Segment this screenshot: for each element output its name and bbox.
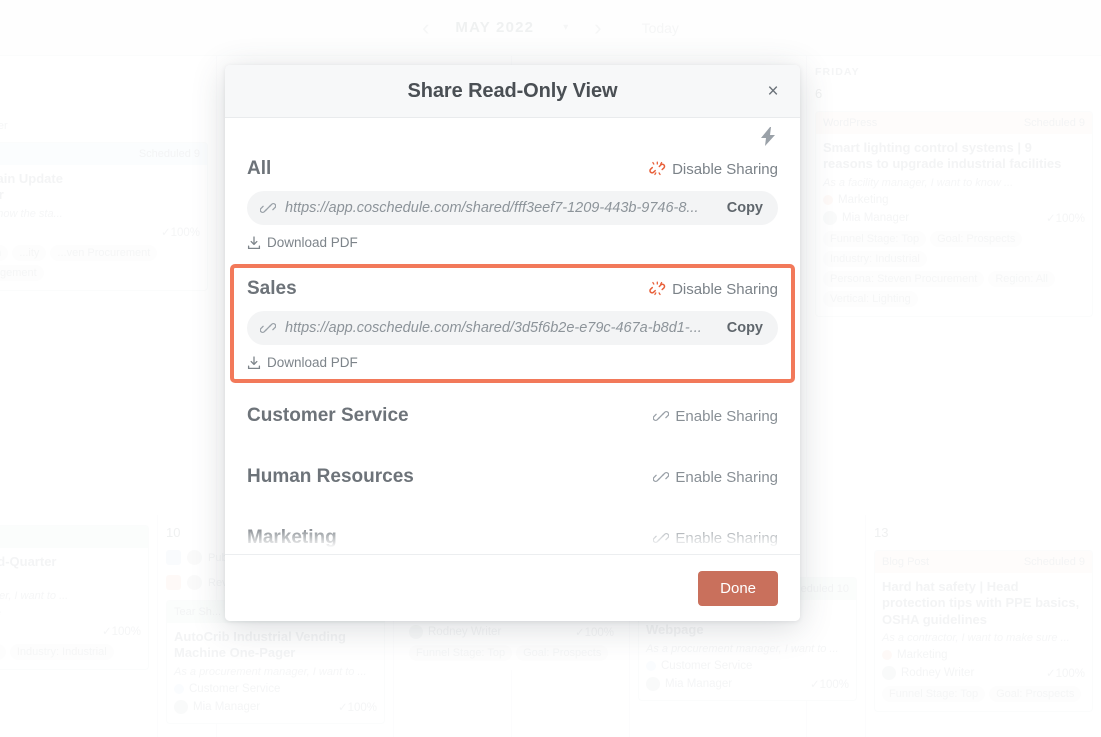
share-item-all: All Disable Sharing https://app.coschedu… — [247, 146, 778, 256]
lightning-bolt-icon[interactable] — [761, 127, 776, 146]
share-item-name: Human Resources — [247, 466, 414, 487]
disable-sharing-label: Disable Sharing — [672, 280, 778, 298]
share-item-name: Customer Service — [247, 405, 409, 426]
share-url-text: https://app.coschedule.com/shared/fff3ee… — [285, 200, 699, 216]
download-icon — [247, 355, 261, 370]
download-pdf-button[interactable]: Download PDF — [247, 235, 778, 250]
unlink-icon — [649, 281, 666, 297]
enable-sharing-label: Enable Sharing — [675, 407, 778, 425]
modal-title: Share Read-Only View — [407, 79, 618, 102]
link-icon — [260, 200, 276, 216]
share-read-only-view-modal: Share Read-Only View × All Disable Shari… — [225, 65, 800, 621]
disable-sharing-label: Disable Sharing — [672, 160, 778, 178]
disable-sharing-button[interactable]: Disable Sharing — [649, 161, 778, 178]
link-icon — [653, 408, 670, 424]
share-item-human-resources: Human Resources Enable Sharing — [247, 446, 778, 507]
share-item-name: All — [247, 158, 272, 179]
copy-button[interactable]: Copy — [727, 200, 763, 216]
close-icon[interactable]: × — [760, 78, 786, 104]
download-pdf-label: Download PDF — [267, 355, 358, 370]
share-item-name: Sales — [247, 278, 297, 299]
share-url-bar[interactable]: https://app.coschedule.com/shared/fff3ee… — [247, 191, 778, 225]
share-item-sales: Sales Disable Sharing https://app.cosche… — [230, 264, 795, 383]
modal-body: All Disable Sharing https://app.coschedu… — [225, 118, 800, 554]
unlink-icon — [649, 161, 666, 177]
enable-sharing-button[interactable]: Enable Sharing — [653, 469, 778, 486]
modal-footer: Done — [225, 554, 800, 621]
disable-sharing-button[interactable]: Disable Sharing — [649, 281, 778, 298]
download-pdf-label: Download PDF — [267, 235, 358, 250]
download-icon — [247, 235, 261, 250]
share-item-row: Sales Disable Sharing — [247, 278, 778, 300]
download-pdf-button[interactable]: Download PDF — [247, 355, 778, 370]
enable-sharing-label: Enable Sharing — [675, 529, 778, 547]
share-item-customer-service: Customer Service Enable Sharing — [247, 385, 778, 446]
link-icon — [260, 320, 276, 336]
modal-header: Share Read-Only View × — [225, 65, 800, 118]
done-button[interactable]: Done — [698, 570, 778, 606]
share-url-text: https://app.coschedule.com/shared/3d5f6b… — [285, 320, 702, 336]
enable-sharing-button[interactable]: Enable Sharing — [653, 530, 778, 547]
share-item-marketing: Marketing Enable Sharing — [247, 507, 778, 554]
enable-sharing-label: Enable Sharing — [675, 468, 778, 486]
enable-sharing-button[interactable]: Enable Sharing — [653, 408, 778, 425]
link-icon — [653, 469, 670, 485]
link-icon — [653, 530, 670, 546]
share-url-bar[interactable]: https://app.coschedule.com/shared/3d5f6b… — [247, 311, 778, 345]
copy-button[interactable]: Copy — [727, 320, 763, 336]
upgrade-row — [247, 118, 778, 146]
share-item-name: Marketing — [247, 527, 337, 548]
share-item-row: All Disable Sharing — [247, 158, 778, 180]
